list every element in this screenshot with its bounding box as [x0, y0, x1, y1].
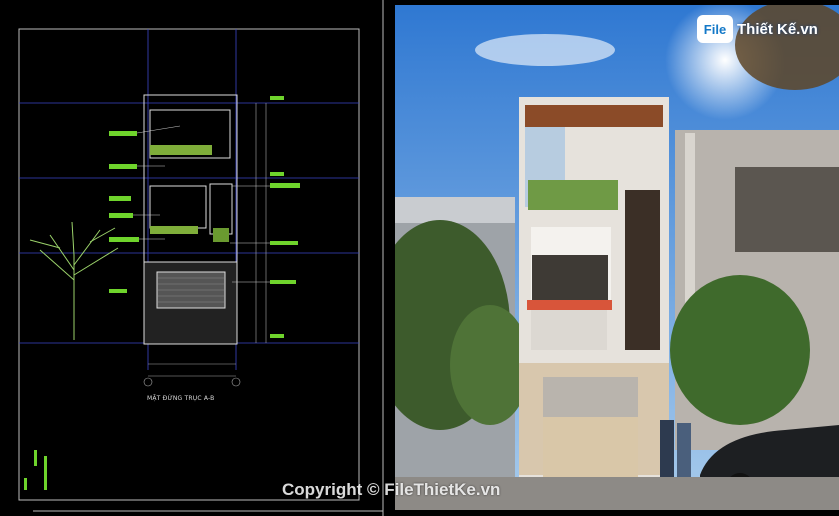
copyright-watermark: Copyright © FileThietKe.vn [282, 480, 501, 499]
building-outline [143, 94, 238, 345]
logo-badge: File [697, 15, 733, 43]
planter-upper [150, 145, 212, 155]
shop-interior [543, 417, 638, 477]
plant-side [213, 228, 229, 242]
upper-window [532, 255, 608, 300]
right-neighbor-window [735, 167, 839, 252]
filethietke-logo: File Thiết Kế.vn [697, 15, 818, 43]
cloud [475, 34, 615, 66]
cad-elevation-drawing [18, 0, 384, 516]
right-tree [670, 275, 810, 425]
tree-drawing [29, 221, 119, 340]
balcony-railing [531, 310, 607, 350]
rolling-shutter [543, 377, 638, 417]
building-render-image [395, 5, 839, 510]
planter-lower [150, 226, 198, 234]
left-tree-highlight [450, 305, 530, 425]
left-neighbor-roof [395, 197, 515, 223]
building-render-panel: File Thiết Kế.vn [395, 5, 839, 510]
flower-box [527, 300, 612, 310]
logo-text: Thiết Kế.vn [737, 20, 818, 38]
elevation-caption: MẶT ĐỨNG TRỤC A-B [147, 395, 215, 402]
rooftop-garden [528, 180, 618, 210]
cad-elevation-panel: MẶT ĐỨNG TRỤC A-B [0, 0, 393, 516]
wood-slat-wall [625, 190, 660, 350]
pergola-wood [525, 105, 663, 127]
